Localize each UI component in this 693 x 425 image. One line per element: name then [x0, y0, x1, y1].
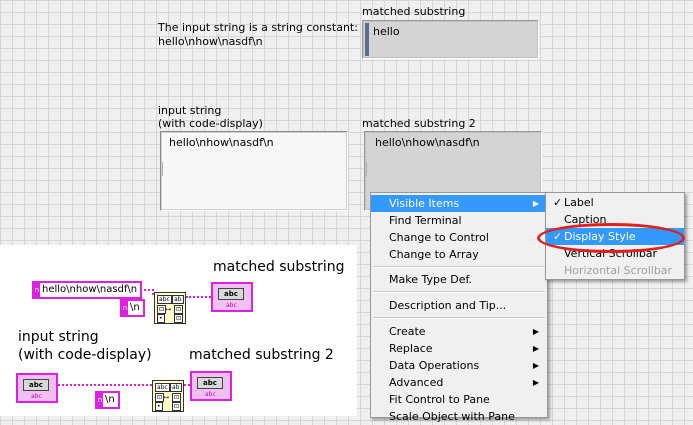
menu-item-label: Data Operations — [389, 359, 480, 372]
input-string-label-2: (with code-display) — [158, 117, 263, 130]
match-pattern-function-icon-2[interactable]: abc ab ⊡ ↦ ⊡ • ⊡ — [152, 380, 184, 412]
matched-substring-value: hello — [373, 25, 400, 38]
menu-item-visible-items[interactable]: Visible Items ▶ — [371, 195, 547, 212]
input-string-terminal[interactable]: abc abc — [16, 373, 58, 403]
newline-constant-2-value: \n — [105, 394, 115, 405]
submenu-arrow-icon: ▶ — [532, 344, 539, 353]
matched-substring-terminal[interactable]: abc abc — [211, 282, 253, 312]
menu-item-label: Create — [389, 325, 426, 338]
terminal-sub-label: abc — [31, 393, 42, 400]
string-tag-icon: n — [97, 393, 103, 407]
menu-item-create[interactable]: Create ▶ — [371, 323, 547, 340]
bd-matched-substring-label: matched substring — [213, 259, 345, 275]
submenu-item-label[interactable]: ✓ Label — [546, 194, 684, 211]
menu-item-data-operations[interactable]: Data Operations ▶ — [371, 357, 547, 374]
menu-item-label: Replace — [389, 342, 433, 355]
annotation-ellipse — [537, 223, 685, 253]
input-string-value: hello\nhow\nasdf\n — [169, 136, 274, 149]
menu-item-change-to-control[interactable]: Change to Control — [371, 229, 547, 246]
menu-item-find-terminal[interactable]: Find Terminal — [371, 212, 547, 229]
newline-constant[interactable]: n \n — [120, 299, 145, 317]
terminal-sub-label: abc — [205, 391, 216, 398]
context-menu: Visible Items ▶ Find Terminal Change to C… — [370, 192, 548, 423]
bd-input-string-label-2: (with code-display) — [18, 347, 152, 363]
bd-input-string-label-1: input string — [18, 329, 99, 345]
matched-substring-indicator[interactable]: hello — [362, 20, 539, 59]
indicator-notch — [366, 162, 371, 176]
string-constant-value: hello\nhow\nasdf\n — [42, 284, 138, 295]
submenu-item-text: Label — [564, 196, 594, 209]
terminal-type-label: abc — [218, 288, 244, 300]
submenu-arrow-icon: ▶ — [532, 199, 539, 208]
menu-separator — [373, 291, 545, 293]
matched-substring-label: matched substring — [362, 5, 466, 18]
menu-item-fit-control-to-pane[interactable]: Fit Control to Pane — [371, 391, 547, 408]
submenu-arrow-icon: ▶ — [532, 378, 539, 387]
menu-item-label: Advanced — [389, 376, 444, 389]
menu-item-advanced[interactable]: Advanced ▶ — [371, 374, 547, 391]
menu-item-label: Visible Items — [389, 197, 460, 210]
block-diagram: matched substring input string (with cod… — [0, 245, 357, 416]
menu-item-description-and-tip[interactable]: Description and Tip... — [371, 297, 547, 314]
match-pattern-function-icon[interactable]: abc ab ⊡ ↦ ⊡ • ⊡ — [154, 292, 186, 324]
newline-constant-2[interactable]: n \n — [95, 391, 120, 409]
indicator-bar — [365, 23, 369, 56]
terminal-type-label: abc — [197, 377, 223, 389]
control-notch — [162, 162, 167, 176]
menu-item-change-to-array[interactable]: Change to Array — [371, 246, 547, 263]
submenu-item-horizontal-scrollbar: Horizontal Scrollbar — [564, 264, 673, 277]
matched-substring-2-terminal[interactable]: abc abc — [190, 371, 232, 401]
note-line-2: hello\nhow\nasdf\n — [158, 35, 263, 48]
menu-item-make-type-def[interactable]: Make Type Def. — [371, 271, 547, 288]
bd-matched-substring-2-label: matched substring 2 — [189, 347, 334, 363]
menu-separator — [373, 266, 545, 268]
input-string-control[interactable]: hello\nhow\nasdf\n — [160, 131, 348, 211]
newline-constant-value: \n — [130, 302, 140, 313]
checkmark-icon: ✓ — [553, 196, 563, 209]
terminal-type-label: abc — [23, 379, 49, 391]
matched-substring-2-label: matched substring 2 — [362, 117, 476, 130]
submenu-arrow-icon: ▶ — [532, 361, 539, 370]
input-string-label-1: input string — [158, 104, 222, 117]
string-wire — [186, 296, 211, 298]
string-tag-icon: n — [34, 283, 40, 297]
string-constant[interactable]: n hello\nhow\nasdf\n — [32, 281, 143, 299]
submenu-arrow-icon: ▶ — [532, 327, 539, 336]
note-line-1: The input string is a string constant: — [158, 21, 358, 34]
matched-substring-2-value: hello\nhow\nasdf\n — [375, 136, 480, 149]
menu-item-scale-object-with-pane[interactable]: Scale Object with Pane — [371, 408, 547, 425]
string-wire — [58, 384, 152, 386]
string-tag-icon: n — [122, 301, 128, 315]
menu-separator — [373, 317, 545, 319]
terminal-sub-label: abc — [226, 302, 237, 309]
menu-item-replace[interactable]: Replace ▶ — [371, 340, 547, 357]
